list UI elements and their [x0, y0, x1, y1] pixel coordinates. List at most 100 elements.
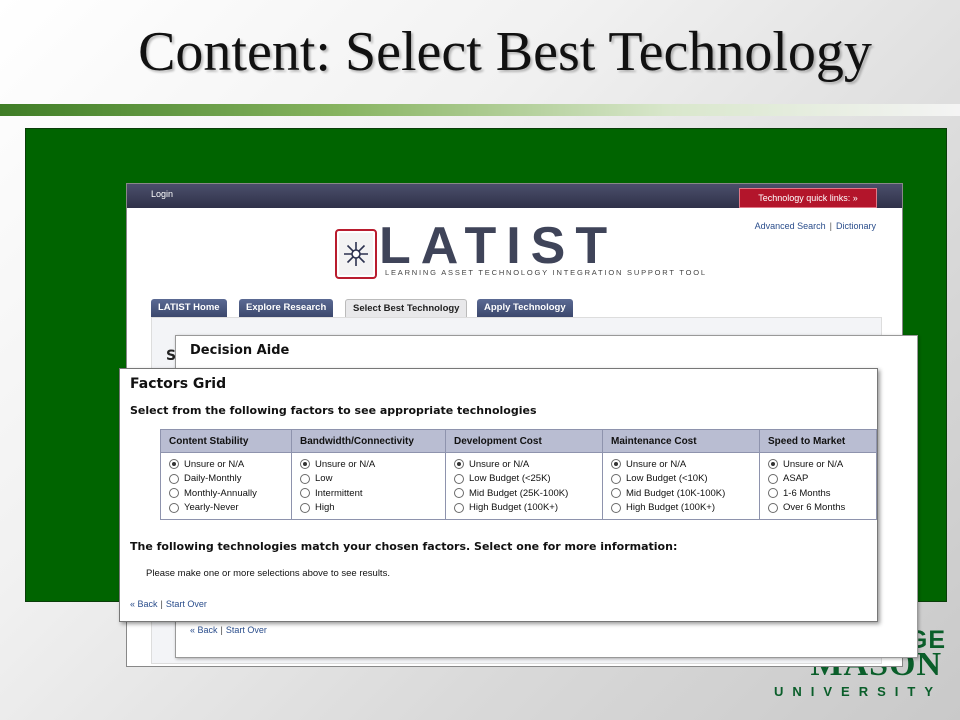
factors-grid-instructions: Select from the following factors to see… [130, 404, 537, 417]
radio-option[interactable]: High [300, 501, 437, 516]
advanced-search-link[interactable]: Advanced Search [755, 221, 826, 231]
radio-icon[interactable] [300, 502, 310, 513]
radio-option[interactable]: Yearly-Never [169, 501, 283, 516]
dictionary-link[interactable]: Dictionary [836, 221, 876, 231]
radio-option[interactable]: Mid Budget (10K-100K) [611, 486, 751, 501]
radio-option[interactable]: 1-6 Months [768, 486, 868, 501]
factors-nav: « Back | Start Over [130, 599, 207, 609]
tab-apply-technology[interactable]: Apply Technology [477, 299, 573, 317]
decision-aide-nav: « Back | Start Over [190, 625, 267, 635]
radio-option[interactable]: Unsure or N/A [169, 457, 283, 472]
tab-explore-research[interactable]: Explore Research [239, 299, 334, 317]
radio-icon[interactable] [768, 502, 778, 513]
radio-icon[interactable] [454, 473, 464, 484]
option-label: Low Budget (<10K) [626, 473, 708, 485]
option-label: Yearly-Never [184, 502, 239, 514]
radio-option[interactable]: Unsure or N/A [768, 457, 868, 472]
option-label: Unsure or N/A [184, 458, 245, 470]
radio-option[interactable]: Intermittent [300, 486, 437, 501]
start-over-link[interactable]: Start Over [166, 599, 207, 609]
header-maintenance-cost: Maintenance Cost [602, 429, 760, 453]
results-heading: The following technologies match your ch… [130, 540, 678, 553]
option-label: Mid Budget (25K-100K) [469, 487, 569, 499]
title-rule [0, 104, 960, 116]
radio-icon[interactable] [169, 488, 179, 499]
factors-table: Content Stability Bandwidth/Connectivity… [160, 429, 877, 520]
tab-select-best-technology[interactable]: Select Best Technology [345, 299, 468, 318]
factors-grid-title: Factors Grid [130, 376, 227, 392]
speed-to-market-options: Unsure or N/A ASAP 1-6 Months Over 6 Mon… [759, 452, 877, 520]
site-top-bar: Login Technology quick links: » [127, 184, 902, 208]
login-link[interactable]: Login [151, 189, 173, 199]
bandwidth-options: Unsure or N/A Low Intermittent High [291, 452, 446, 520]
radio-option[interactable]: Low [300, 472, 437, 487]
radio-option[interactable]: Over 6 Months [768, 501, 868, 516]
radio-option[interactable]: Unsure or N/A [454, 457, 594, 472]
radio-icon[interactable] [768, 488, 778, 499]
radio-option[interactable]: Unsure or N/A [611, 457, 751, 472]
decision-nav-separator: | [220, 625, 223, 635]
option-label: Over 6 Months [783, 502, 846, 514]
radio-option[interactable]: Daily-Monthly [169, 472, 283, 487]
radio-option[interactable]: Unsure or N/A [300, 457, 437, 472]
gmu-logo-university: UNIVERSITY [773, 684, 942, 699]
radio-option[interactable]: Low Budget (<10K) [611, 472, 751, 487]
content-stability-options: Unsure or N/A Daily-Monthly Monthly-Annu… [160, 452, 292, 520]
radio-icon[interactable] [300, 473, 310, 484]
decision-back-link[interactable]: « Back [190, 625, 218, 635]
development-cost-options: Unsure or N/A Low Budget (<25K) Mid Budg… [445, 452, 603, 520]
latist-star-icon [335, 229, 377, 279]
technology-quick-links-button[interactable]: Technology quick links: » [739, 188, 877, 208]
slide-title: Content: Select Best Technology [138, 21, 872, 83]
radio-icon[interactable] [300, 488, 310, 499]
radio-icon[interactable] [169, 473, 179, 484]
radio-option[interactable]: High Budget (100K+) [454, 501, 594, 516]
decision-aide-title: Decision Aide [190, 343, 290, 358]
header-bandwidth-connectivity: Bandwidth/Connectivity [291, 429, 446, 453]
option-label: Low Budget (<25K) [469, 473, 551, 485]
tab-latist-home[interactable]: LATIST Home [151, 299, 227, 317]
radio-option[interactable]: High Budget (100K+) [611, 501, 751, 516]
radio-option[interactable]: ASAP [768, 472, 868, 487]
header-content-stability: Content Stability [160, 429, 292, 453]
option-label: 1-6 Months [783, 487, 831, 499]
option-label: Unsure or N/A [783, 458, 844, 470]
header-speed-to-market: Speed to Market [759, 429, 877, 453]
latist-tagline: LEARNING ASSET TECHNOLOGY INTEGRATION SU… [385, 268, 707, 277]
option-label: ASAP [783, 473, 809, 485]
maintenance-cost-options: Unsure or N/A Low Budget (<10K) Mid Budg… [602, 452, 760, 520]
radio-option[interactable]: Monthly-Annually [169, 486, 283, 501]
radio-icon[interactable] [611, 502, 621, 513]
option-label: Intermittent [315, 487, 363, 499]
radio-icon[interactable] [611, 488, 621, 499]
option-label: Daily-Monthly [184, 473, 242, 485]
option-label: Monthly-Annually [184, 487, 257, 499]
option-label: Mid Budget (10K-100K) [626, 487, 726, 499]
radio-selected-icon[interactable] [611, 459, 621, 470]
radio-icon[interactable] [169, 502, 179, 513]
util-separator: | [829, 221, 832, 231]
radio-selected-icon[interactable] [768, 459, 778, 470]
option-label: High Budget (100K+) [626, 502, 715, 514]
factors-grid-window: Factors Grid Select from the following f… [119, 368, 878, 622]
radio-icon[interactable] [611, 473, 621, 484]
radio-selected-icon[interactable] [300, 459, 310, 470]
latist-logo-text: LATIST [379, 217, 618, 275]
radio-option[interactable]: Low Budget (<25K) [454, 472, 594, 487]
option-label: Unsure or N/A [626, 458, 687, 470]
option-label: Unsure or N/A [315, 458, 376, 470]
option-label: High [315, 502, 335, 514]
back-link[interactable]: « Back [130, 599, 158, 609]
radio-option[interactable]: Mid Budget (25K-100K) [454, 486, 594, 501]
results-message: Please make one or more selections above… [146, 568, 390, 579]
radio-icon[interactable] [768, 473, 778, 484]
option-label: Unsure or N/A [469, 458, 530, 470]
radio-icon[interactable] [454, 488, 464, 499]
radio-icon[interactable] [454, 502, 464, 513]
option-label: High Budget (100K+) [469, 502, 558, 514]
option-label: Low [315, 473, 333, 485]
utility-links: Advanced Search | Dictionary [755, 221, 876, 231]
decision-start-over-link[interactable]: Start Over [226, 625, 267, 635]
radio-selected-icon[interactable] [169, 459, 179, 470]
radio-selected-icon[interactable] [454, 459, 464, 470]
